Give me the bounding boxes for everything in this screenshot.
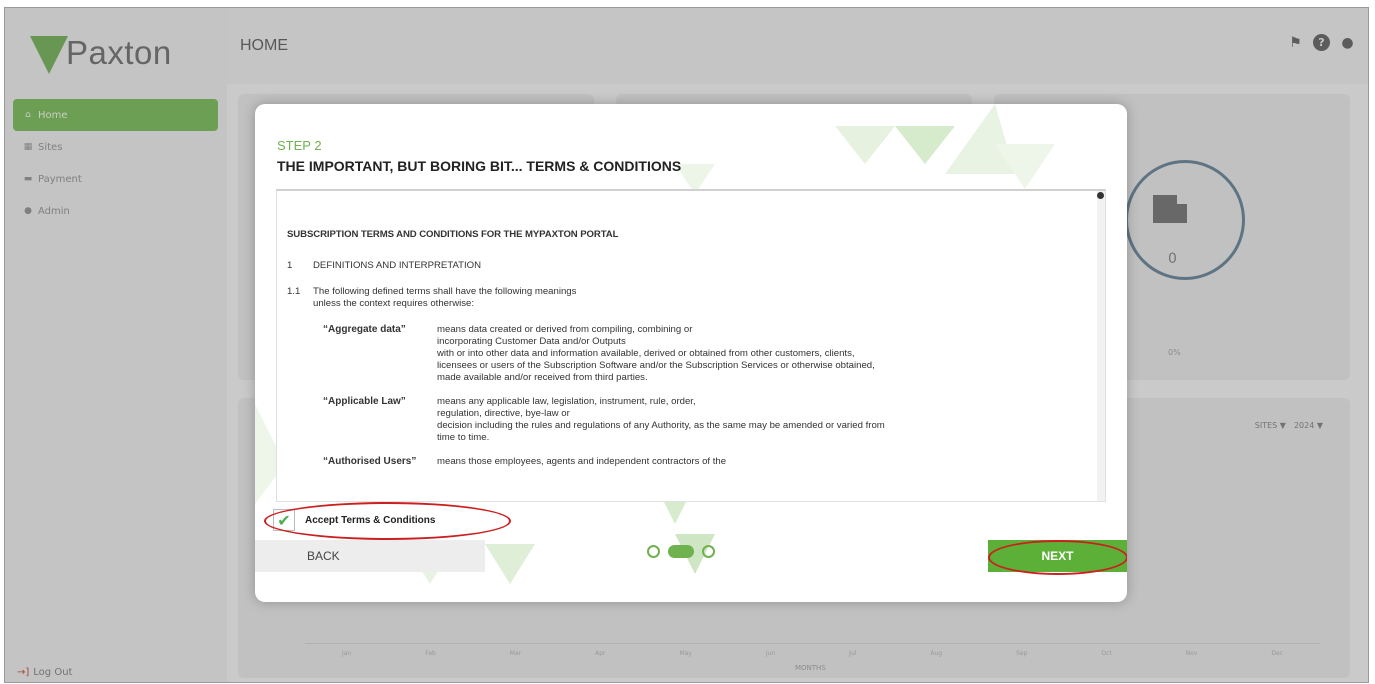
clause-text: The following defined terms shall have t… (313, 286, 577, 309)
definition-applicable-law: “Applicable Law” means any applicable la… (323, 396, 1087, 444)
terms-content: SUBSCRIPTION TERMS AND CONDITIONS FOR TH… (287, 229, 1087, 480)
clause-row: 1.1 The following defined terms shall ha… (287, 286, 1087, 310)
definition-term: “Applicable Law” (323, 396, 406, 407)
section-row: 1 DEFINITIONS AND INTERPRETATION (287, 260, 1087, 272)
section-number: 1 (287, 260, 293, 271)
step-indicator: STEP 2 (277, 138, 322, 153)
terms-scroll-box[interactable]: SUBSCRIPTION TERMS AND CONDITIONS FOR TH… (276, 189, 1106, 502)
step-dots (647, 545, 715, 558)
step-dot-2-active[interactable] (668, 545, 694, 558)
terms-heading: SUBSCRIPTION TERMS AND CONDITIONS FOR TH… (287, 229, 619, 240)
definition-text: means those employees, agents and indepe… (437, 456, 727, 467)
definition-term: “Authorised Users” (323, 456, 417, 467)
modal-title: THE IMPORTANT, BUT BORING BIT... TERMS &… (277, 158, 682, 174)
back-button[interactable]: BACK (255, 540, 485, 572)
definition-text: means any applicable law, legislation, i… (437, 396, 885, 443)
step-dot-3[interactable] (702, 545, 715, 558)
definition-authorised-users: “Authorised Users” means those employees… (323, 456, 1087, 468)
terms-modal: STEP 2 THE IMPORTANT, BUT BORING BIT... … (255, 104, 1127, 602)
definition-text: means data created or derived from compi… (437, 324, 875, 383)
clause-number: 1.1 (287, 286, 301, 297)
highlight-ellipse-accept (264, 502, 511, 540)
scrollbar-thumb[interactable] (1097, 192, 1104, 199)
step-dot-1[interactable] (647, 545, 660, 558)
section-title: DEFINITIONS AND INTERPRETATION (313, 260, 482, 271)
scrollbar[interactable] (1097, 191, 1105, 501)
highlight-ellipse-next (988, 540, 1127, 575)
definition-aggregate-data: “Aggregate data” means data created or d… (323, 324, 1087, 384)
